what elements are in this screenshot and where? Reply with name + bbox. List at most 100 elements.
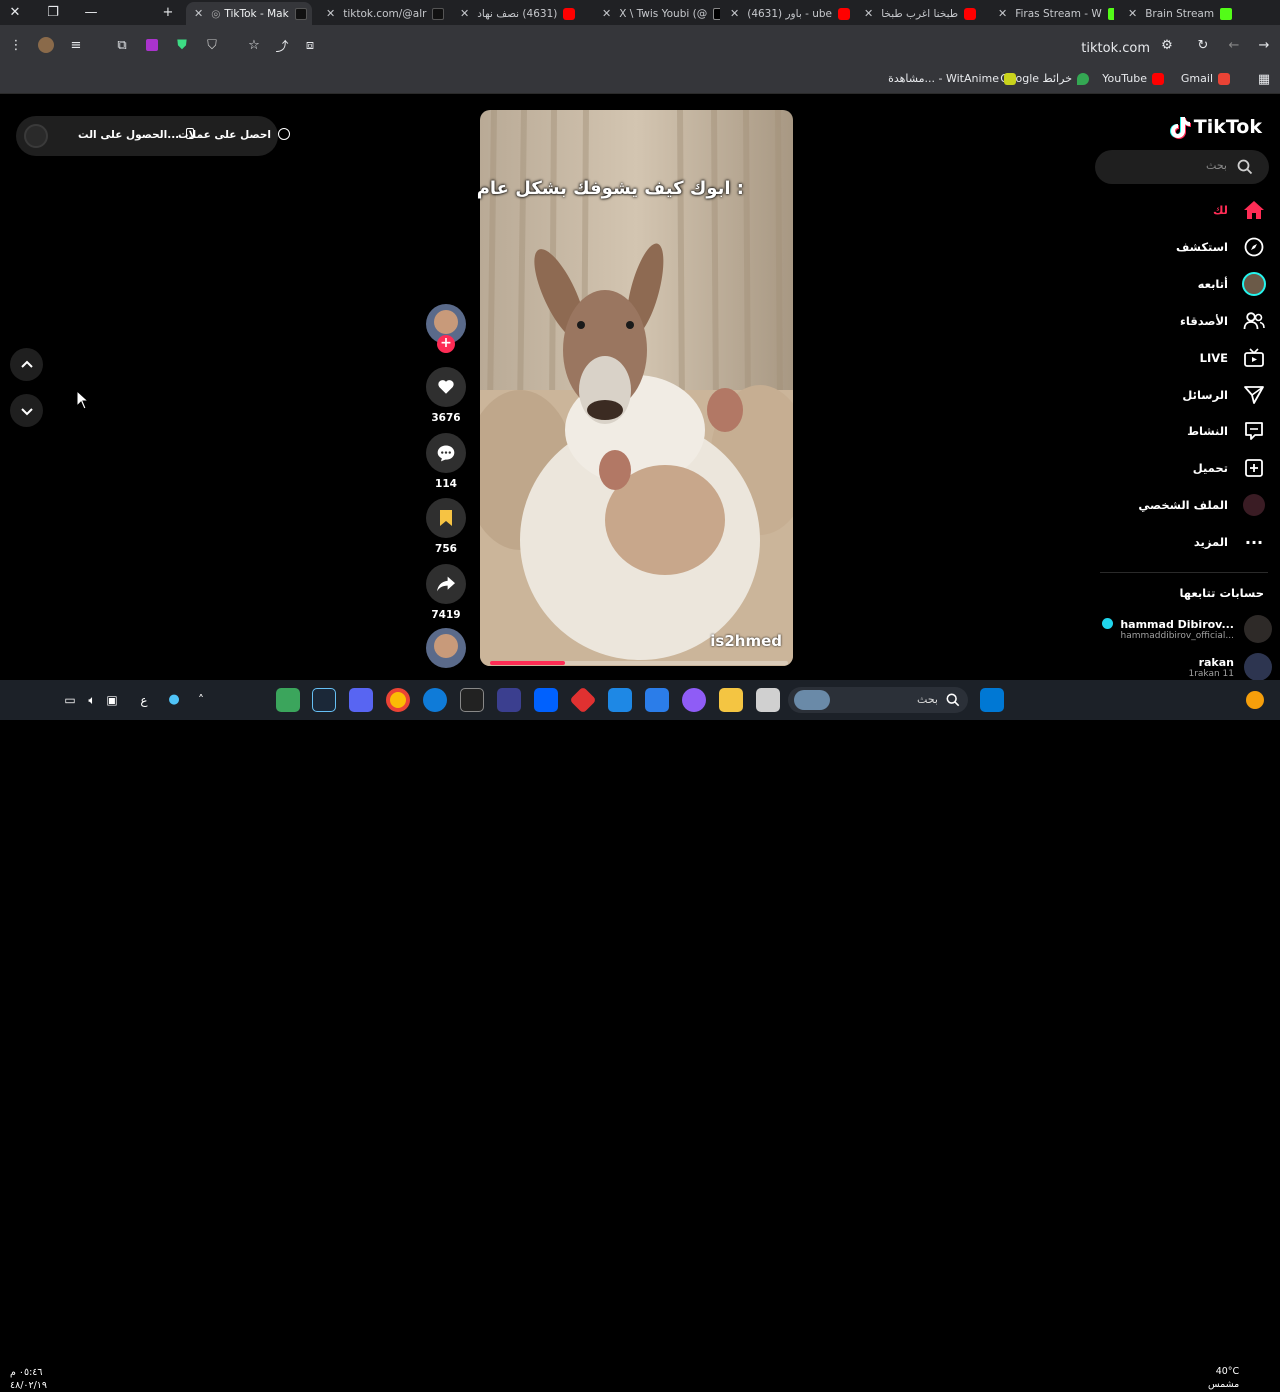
close-window-icon[interactable]: ✕ [0, 0, 30, 25]
app-icon[interactable] [569, 686, 597, 714]
new-tab-icon[interactable]: + [153, 0, 183, 25]
tiktok-logo[interactable]: TikTok [1169, 115, 1262, 139]
back-icon[interactable]: → [1254, 35, 1274, 55]
site-settings-icon[interactable]: ⚙ [1157, 35, 1177, 55]
system-clock[interactable]: ٠٥:٤٦ م ٤٨/٠٢/١٩ [10, 1366, 47, 1392]
nav-activity[interactable]: النشاط [1187, 419, 1266, 443]
nav-following[interactable]: أتابعه [1198, 272, 1266, 296]
file-explorer-icon[interactable] [719, 688, 743, 712]
get-app-button[interactable]: الحصول على الت... [78, 128, 194, 141]
avatar[interactable] [24, 124, 48, 148]
weather-widget[interactable]: 40°C مشمس [1208, 1365, 1239, 1391]
minimize-window-icon[interactable]: — [76, 0, 106, 25]
like-button[interactable] [426, 367, 466, 407]
dropbox-icon[interactable] [534, 688, 558, 712]
share-action[interactable]: 7419 [426, 564, 466, 621]
bookmark-gmail[interactable]: Gmail [1181, 72, 1230, 85]
tab-close-icon[interactable]: ✕ [998, 7, 1007, 20]
tab-youtube-3[interactable]: ✕ طبخنا اغرب طبخا [856, 2, 984, 25]
tab-close-icon[interactable]: ✕ [326, 7, 335, 20]
more-icon: ··· [1244, 532, 1264, 552]
app-icon[interactable] [756, 688, 780, 712]
tab-tiktok-profile[interactable]: ✕ tiktok.com/@alr [318, 2, 444, 25]
save-action[interactable]: 756 [426, 498, 466, 555]
media-controls-icon[interactable]: ≡ [66, 35, 86, 55]
nav-more[interactable]: المزيد ··· [1194, 530, 1266, 554]
app-icon[interactable] [497, 688, 521, 712]
creator-avatar[interactable]: + [426, 304, 466, 353]
nav-profile[interactable]: الملف الشخصي [1138, 493, 1266, 517]
address-bar[interactable]: tiktok.com [1081, 41, 1150, 56]
video-author[interactable]: is2hmed [710, 632, 782, 650]
tab-close-icon[interactable]: ✕ [194, 7, 203, 20]
get-coins-button[interactable]: احصل على عملات [178, 128, 290, 141]
chrome-icon[interactable] [386, 688, 410, 712]
chevron-up-icon[interactable]: ˄ [189, 688, 213, 712]
comment-action[interactable]: 114 [426, 433, 466, 490]
music-disc-avatar[interactable] [426, 628, 466, 668]
search-input[interactable]: بحث [1095, 150, 1269, 184]
mail-icon[interactable] [608, 688, 632, 712]
screenshot-icon[interactable]: ⧈ [300, 35, 320, 55]
nav-live[interactable]: LIVE [1200, 346, 1266, 370]
profile-avatar-icon[interactable] [36, 35, 56, 55]
shield-icon[interactable]: ⛊ [172, 35, 192, 55]
comment-button[interactable] [426, 433, 466, 473]
follow-plus-icon[interactable]: + [437, 335, 455, 353]
search-icon[interactable] [1237, 159, 1253, 175]
copilot-icon[interactable] [682, 688, 706, 712]
save-button[interactable] [426, 498, 466, 538]
tab-close-icon[interactable]: ✕ [460, 7, 469, 20]
restore-window-icon[interactable]: ❐ [38, 0, 68, 25]
following-avatar-icon [1242, 272, 1266, 296]
extension-icon[interactable] [142, 35, 162, 55]
tab-close-icon[interactable]: ✕ [1128, 7, 1137, 20]
microphone-icon[interactable]: ● [162, 688, 186, 712]
next-video-button[interactable] [10, 394, 43, 427]
input-language[interactable]: ع [132, 688, 156, 712]
network-icon[interactable]: ▣ [100, 688, 124, 712]
reload-icon[interactable]: ↻ [1193, 35, 1213, 55]
start-icon[interactable] [980, 688, 1004, 712]
following-account[interactable]: hammad Dibirov... hammaddibirov_official… [1101, 615, 1272, 643]
chevron-down-icon [20, 407, 33, 415]
forward-icon[interactable]: ← [1224, 35, 1244, 55]
tab-youtube-1[interactable]: ✕ (4631) نصف نهاد [452, 2, 588, 25]
menu-icon[interactable]: ⋮ [6, 35, 26, 55]
epic-games-icon[interactable] [460, 688, 484, 712]
adblock-icon[interactable]: ⛉ [202, 35, 222, 55]
like-action[interactable]: 3676 [426, 367, 466, 424]
steam-icon[interactable] [312, 688, 336, 712]
bookmark-witanime[interactable]: مشاهدة... - WitAnime [888, 72, 1016, 85]
following-account[interactable]: rakan 1rakan 11 [1188, 653, 1272, 681]
tab-youtube-2[interactable]: ✕ (4631) باور - ube [722, 2, 850, 25]
app-icon[interactable] [276, 688, 300, 712]
tab-close-icon[interactable]: ✕ [602, 7, 611, 20]
tab-kick-2[interactable]: ✕ Brain Stream [1120, 2, 1254, 25]
tab-kick-1[interactable]: ✕ Firas Stream - W [990, 2, 1114, 25]
battery-icon[interactable]: ▭ [58, 688, 82, 712]
nav-for-you[interactable]: لك [1213, 198, 1266, 222]
bookmark-youtube[interactable]: YouTube [1102, 72, 1164, 85]
discord-icon[interactable] [349, 688, 373, 712]
tab-close-icon[interactable]: ✕ [864, 7, 873, 20]
nav-messages[interactable]: الرسائل [1182, 383, 1266, 407]
nav-upload[interactable]: تحميل [1193, 456, 1266, 480]
chevron-up-icon [20, 360, 33, 368]
edge-icon[interactable] [423, 688, 447, 712]
all-bookmarks-icon[interactable]: ▦ [1254, 69, 1274, 89]
nav-explore[interactable]: استكشف [1176, 235, 1266, 259]
tab-close-icon[interactable]: ✕ [730, 7, 739, 20]
bookmark-star-icon[interactable]: ☆ [244, 35, 264, 55]
video-progress-bar[interactable] [490, 661, 788, 665]
store-icon[interactable] [645, 688, 669, 712]
bookmarks-bar: ▦ Gmail YouTube خرائط Google مشاهدة... -… [0, 65, 1280, 94]
extensions-icon[interactable]: ⧉ [112, 35, 132, 55]
share-icon[interactable]: ⤴ [272, 35, 292, 55]
tab-x[interactable]: ✕ X \ Twis Youbi (@ [594, 2, 720, 25]
previous-video-button[interactable] [10, 348, 43, 381]
share-button[interactable] [426, 564, 466, 604]
taskbar-search[interactable]: بحث [788, 687, 968, 713]
tab-tiktok[interactable]: ✕ ◎ TikTok - Mak [186, 2, 312, 25]
nav-friends[interactable]: الأصدقاء [1180, 309, 1266, 333]
